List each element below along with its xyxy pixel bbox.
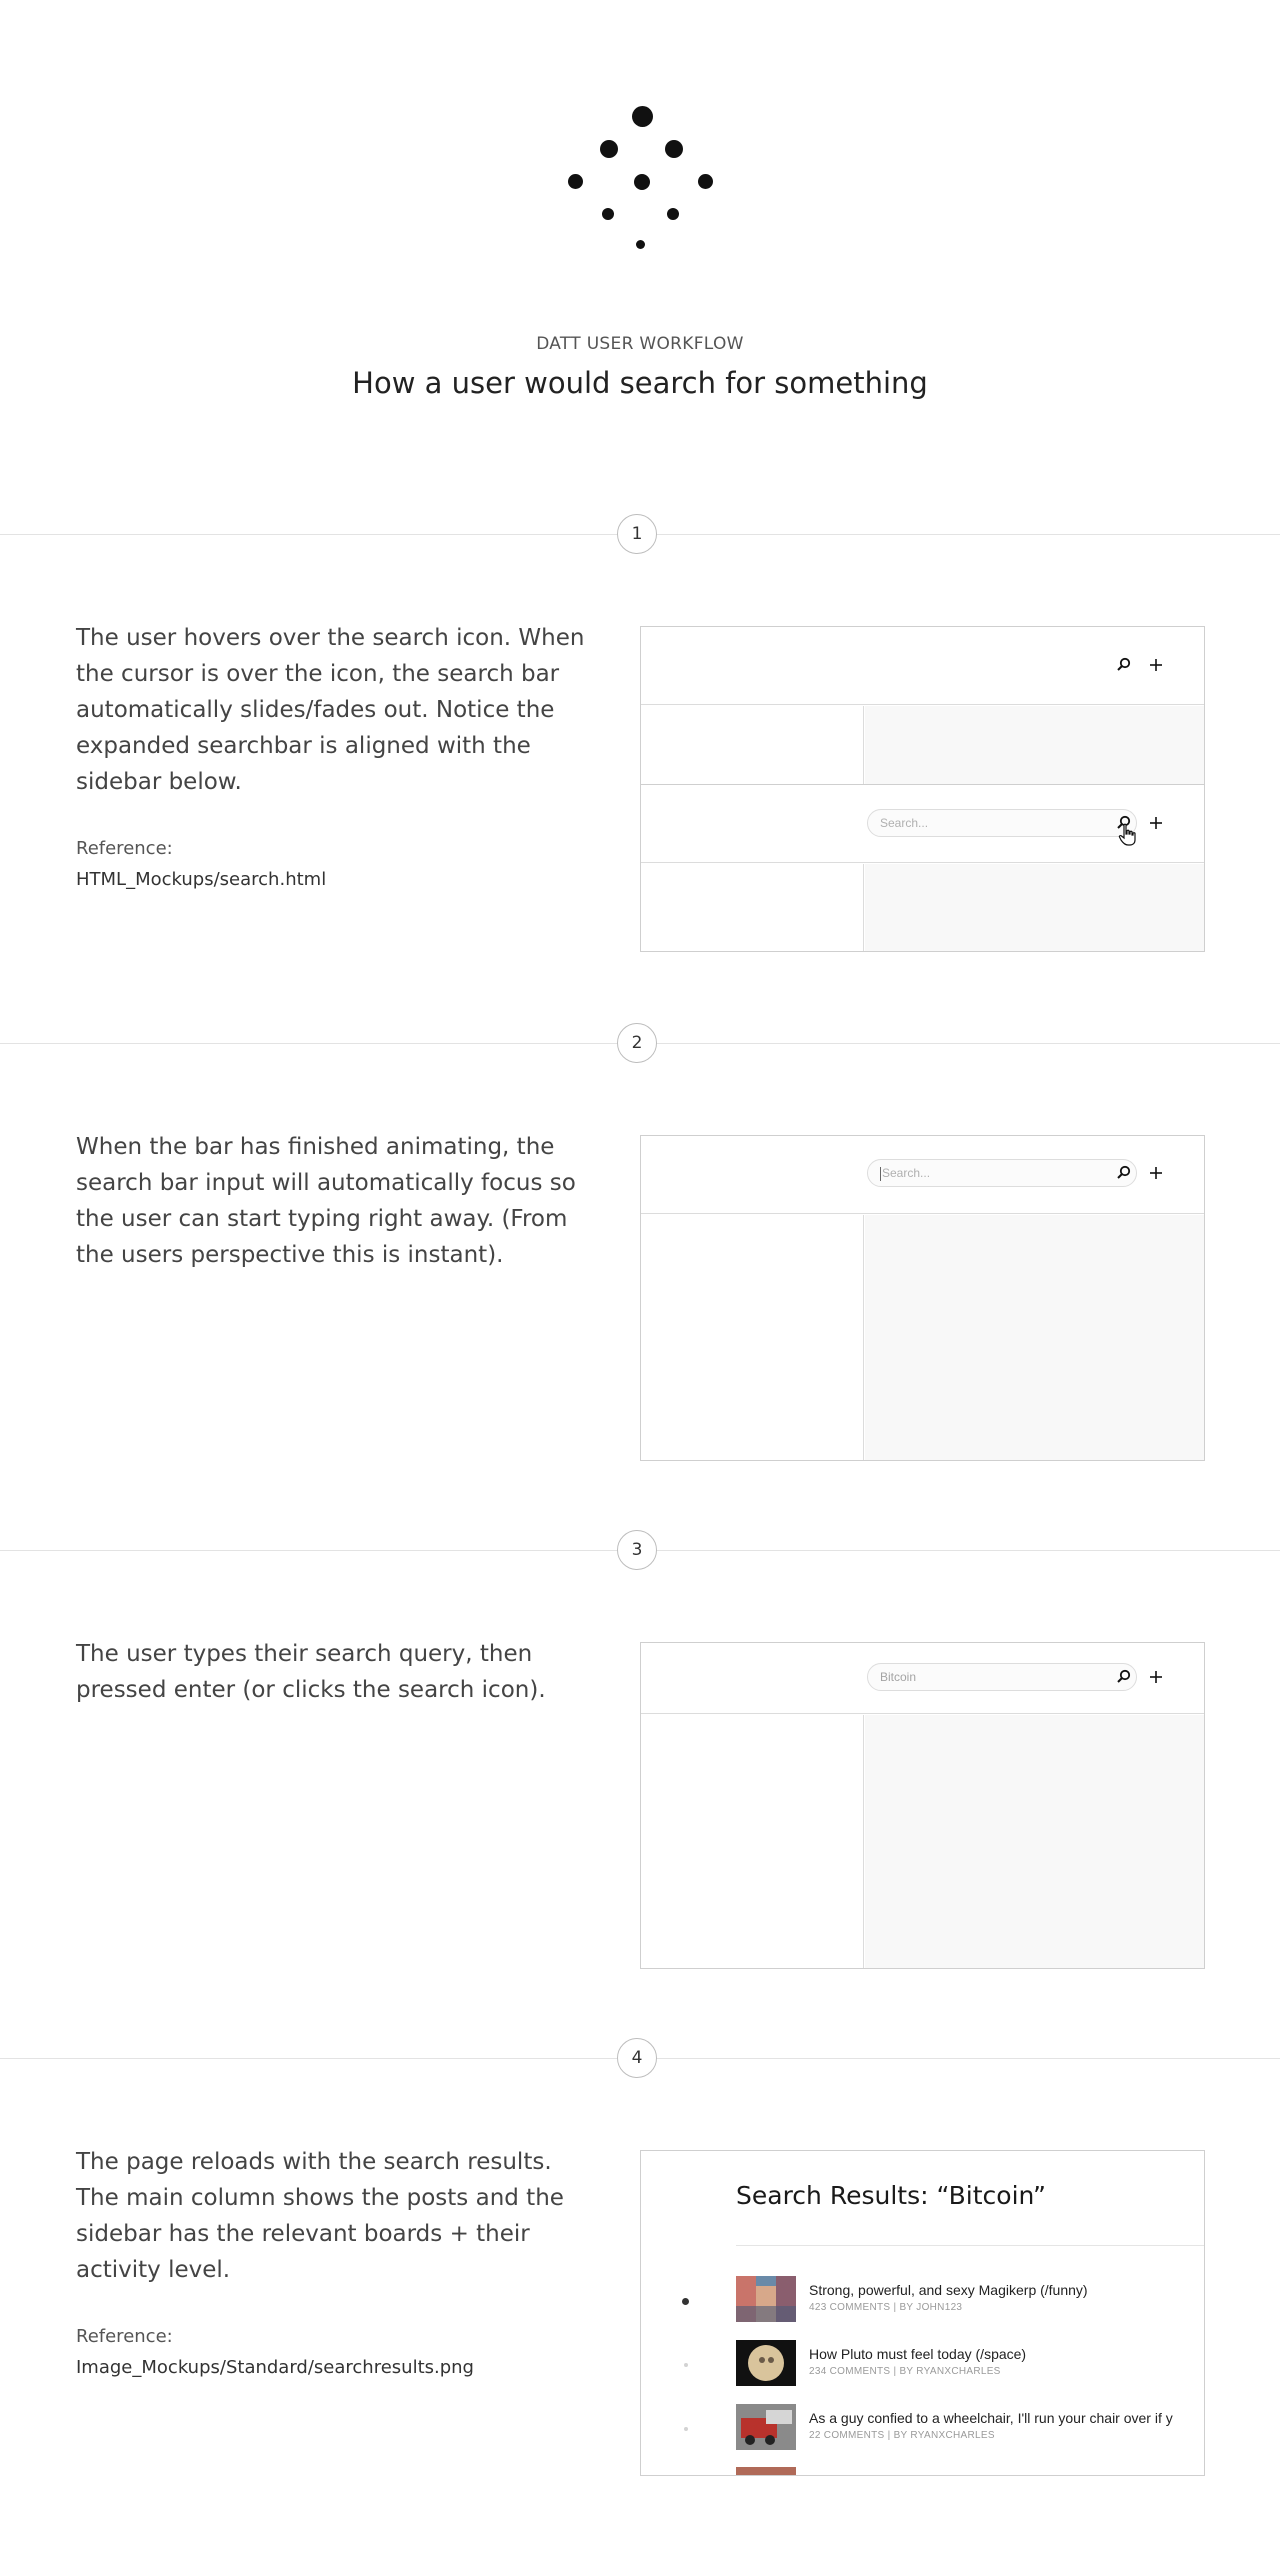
step-3-description: The user types their search query, then … bbox=[76, 1641, 546, 1703]
datt-logo bbox=[560, 104, 720, 254]
result-thumbnail[interactable] bbox=[736, 2404, 796, 2450]
mock-header-expanded: Search... bbox=[641, 785, 1204, 863]
search-placeholder: Search... bbox=[882, 1166, 931, 1180]
search-input[interactable]: Bitcoin bbox=[867, 1663, 1137, 1691]
mock-sidebar bbox=[641, 1715, 864, 1968]
step-number-3: 3 bbox=[617, 1530, 657, 1570]
result-meta: 423 COMMENTS | BY JOHN123 bbox=[809, 2302, 963, 2313]
activity-dot bbox=[682, 2298, 689, 2305]
result-row[interactable]: How Pluto must feel today (/space) 234 C… bbox=[641, 2340, 1204, 2390]
step-number-4: 4 bbox=[617, 2038, 657, 2078]
mock-sidebar bbox=[641, 864, 864, 951]
result-title[interactable]: As a guy confied to a wheelchair, I'll r… bbox=[809, 2410, 1173, 2426]
activity-dot bbox=[684, 2427, 688, 2431]
plus-icon[interactable] bbox=[1146, 1163, 1166, 1183]
mock-sidebar bbox=[641, 1215, 864, 1460]
step-1-description: The user hovers over the search icon. Wh… bbox=[76, 625, 585, 795]
search-icon[interactable] bbox=[1114, 1667, 1134, 1687]
result-title[interactable]: How Pluto must feel today (/space) bbox=[809, 2346, 1026, 2362]
search-input[interactable]: Search... bbox=[867, 809, 1137, 837]
mock-main bbox=[865, 864, 1204, 951]
result-meta: 234 COMMENTS | BY RYANXCHARLES bbox=[809, 2366, 1001, 2377]
mock-header: Search... bbox=[641, 1136, 1204, 1214]
mock-header: Bitcoin bbox=[641, 1643, 1204, 1714]
mock-main bbox=[865, 1215, 1204, 1460]
result-thumbnail[interactable] bbox=[736, 2340, 796, 2386]
result-meta: 22 COMMENTS | BY RYANXCHARLES bbox=[809, 2430, 995, 2441]
step-3-mockup: Bitcoin bbox=[640, 1642, 1205, 1969]
step-4-description: The page reloads with the search results… bbox=[76, 2149, 564, 2283]
plus-icon[interactable] bbox=[1146, 655, 1166, 675]
step-number-1: 1 bbox=[617, 514, 657, 554]
step-1-mockup: Search... bbox=[640, 626, 1205, 952]
step-number-2: 2 bbox=[617, 1023, 657, 1063]
search-icon[interactable] bbox=[1114, 1163, 1134, 1183]
pointer-hand-icon bbox=[1118, 823, 1138, 846]
search-results-title: Search Results: “Bitcoin” bbox=[736, 2181, 1046, 2210]
plus-icon[interactable] bbox=[1146, 813, 1166, 833]
text-caret bbox=[880, 1166, 881, 1181]
activity-dot bbox=[684, 2363, 688, 2367]
step-4-reference-label: Reference: bbox=[76, 2326, 173, 2347]
results-divider bbox=[736, 2245, 1204, 2246]
page-title: How a user would search for something bbox=[352, 366, 928, 400]
result-row[interactable]: Strong, powerful, and sexy Magikerp (/fu… bbox=[641, 2276, 1204, 2326]
result-row[interactable]: As a guy confied to a wheelchair, I'll r… bbox=[641, 2404, 1204, 2454]
result-title[interactable]: Strong, powerful, and sexy Magikerp (/fu… bbox=[809, 2282, 1088, 2298]
search-icon[interactable] bbox=[1114, 655, 1134, 675]
mock-header bbox=[641, 627, 1204, 705]
mock-sidebar bbox=[641, 706, 864, 784]
plus-icon[interactable] bbox=[1146, 1667, 1166, 1687]
mock-main bbox=[865, 1715, 1204, 1968]
step-2-description: When the bar has finished animating, the… bbox=[76, 1134, 576, 1268]
step-1-reference-label: Reference: bbox=[76, 838, 173, 859]
step-4-reference-path: Image_Mockups/Standard/searchresults.png bbox=[76, 2357, 474, 2378]
search-input-focused[interactable]: Search... bbox=[867, 1159, 1137, 1187]
result-thumbnail[interactable] bbox=[736, 2276, 796, 2322]
step-4-mockup: Search Results: “Bitcoin” Strong, powerf… bbox=[640, 2150, 1205, 2476]
mock-main bbox=[865, 706, 1204, 784]
result-thumbnail[interactable] bbox=[736, 2467, 796, 2475]
step-1-reference-path: HTML_Mockups/search.html bbox=[76, 869, 327, 890]
step-2-mockup: Search... bbox=[640, 1135, 1205, 1461]
workflow-eyebrow: DATT USER WORKFLOW bbox=[536, 334, 744, 354]
